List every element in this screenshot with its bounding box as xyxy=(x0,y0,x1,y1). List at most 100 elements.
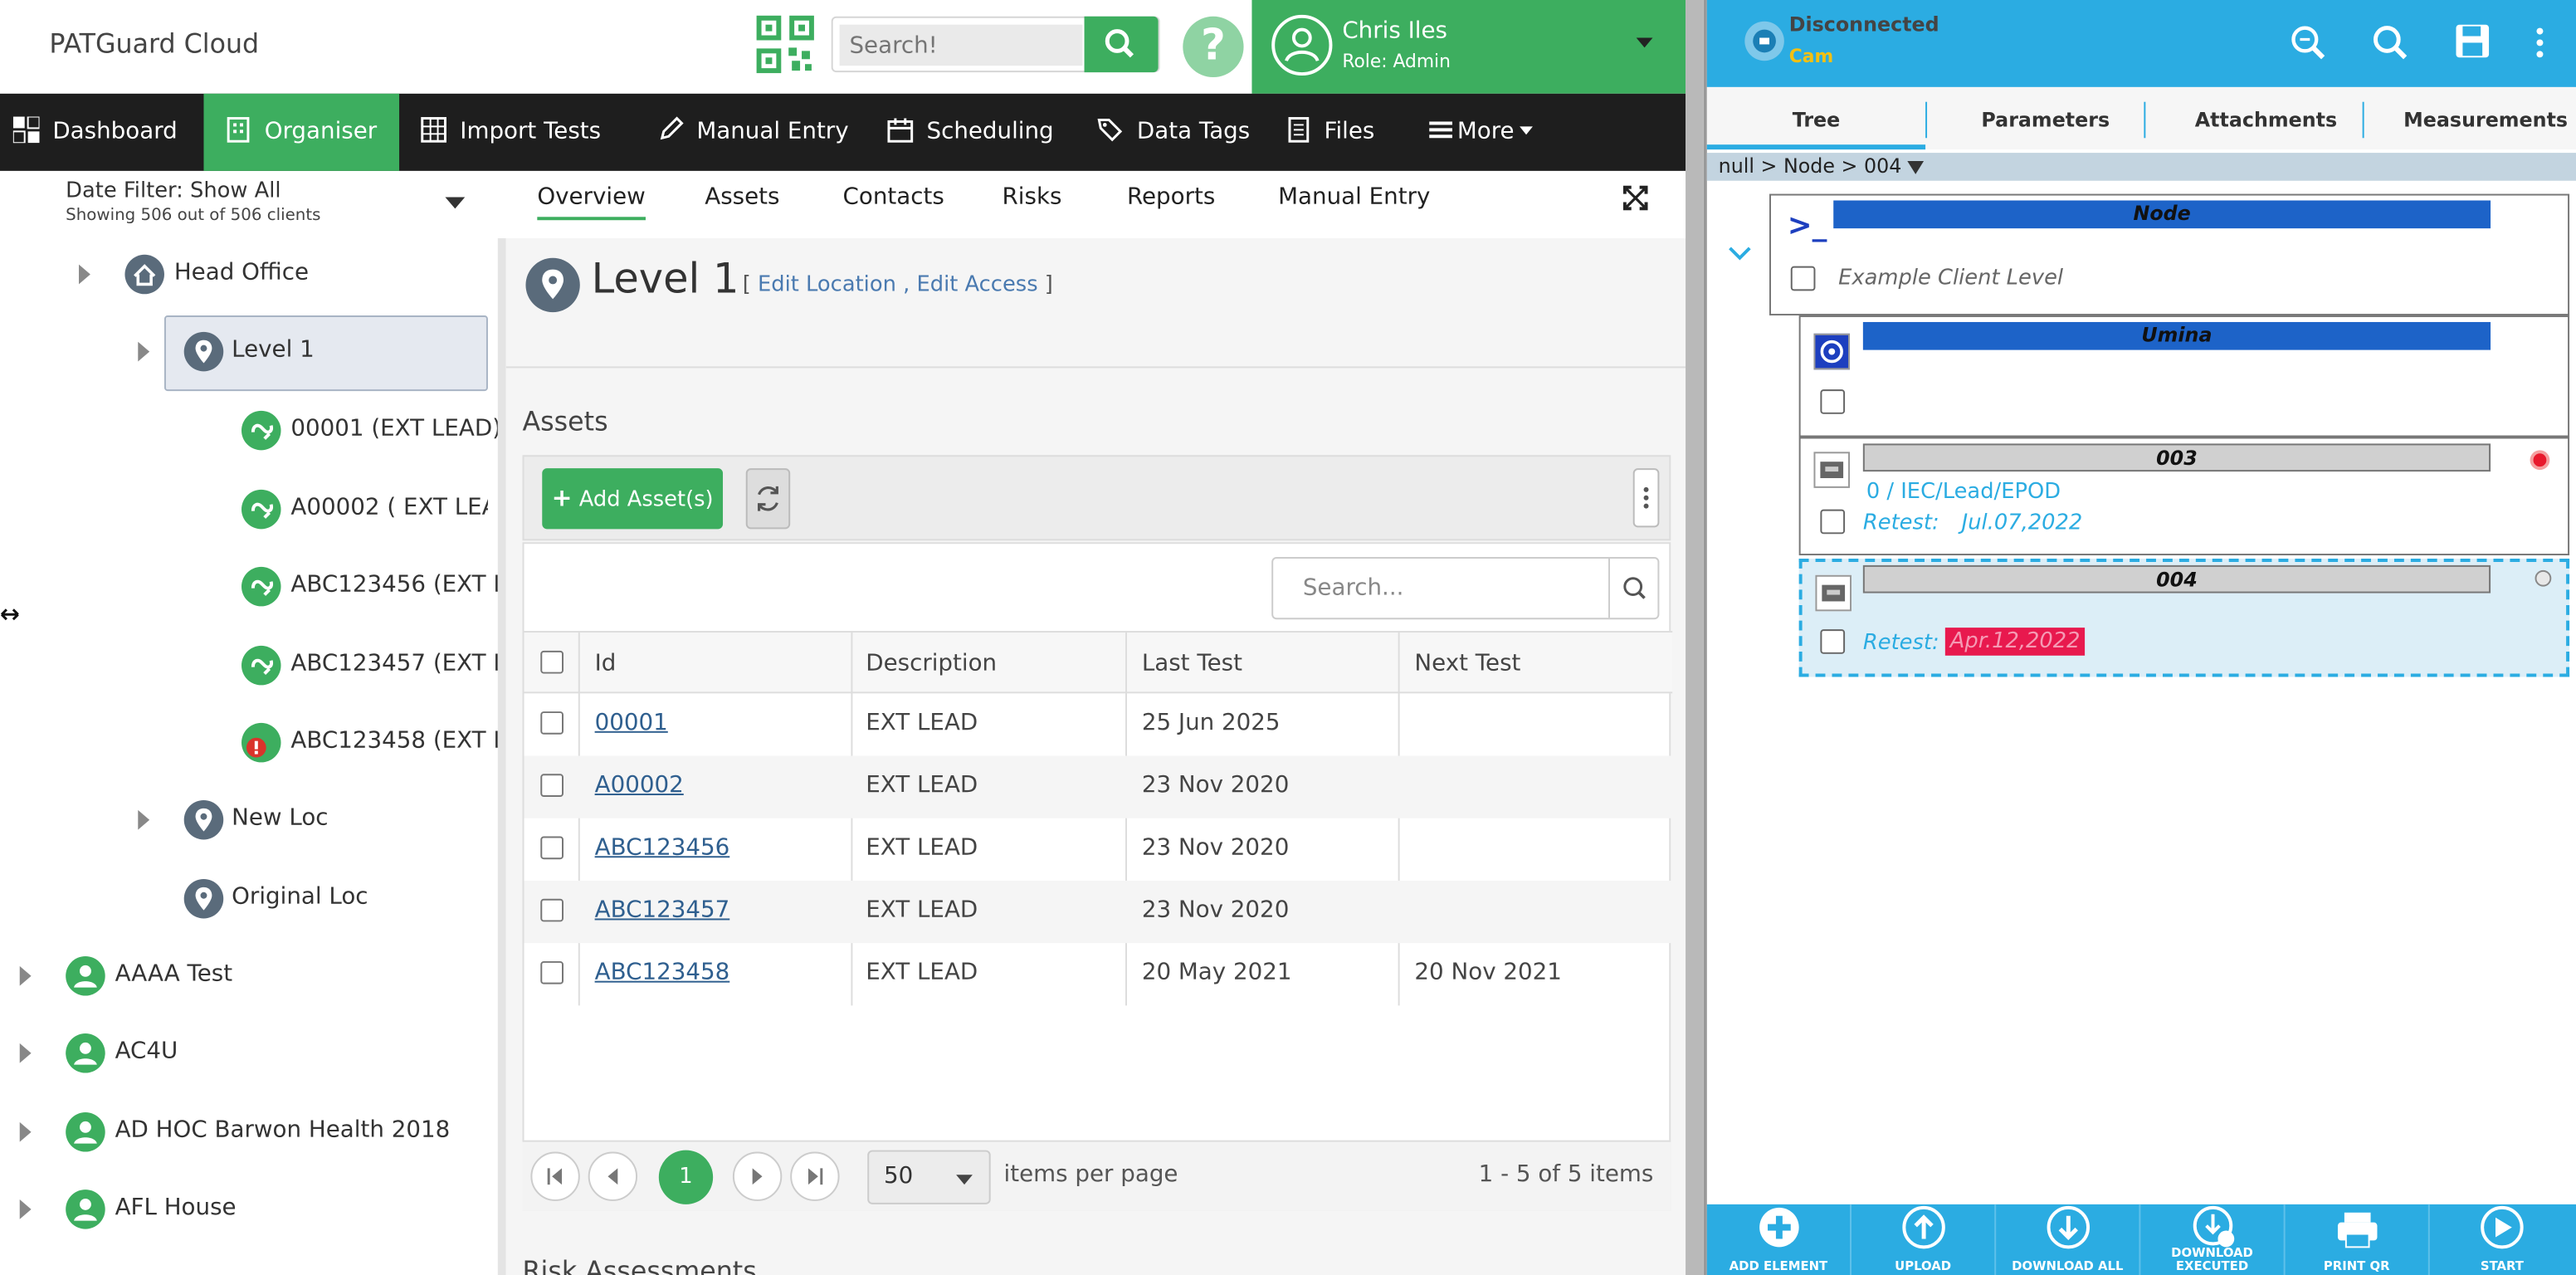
tree-item-original-loc[interactable]: Original Loc xyxy=(232,884,368,911)
tree-item-asset[interactable]: A00002 ( EXT LEAD xyxy=(290,495,488,521)
download-all-button[interactable]: DOWNLOAD ALL xyxy=(1996,1204,2141,1275)
row-checkbox[interactable] xyxy=(540,960,564,984)
row-checkbox[interactable] xyxy=(540,711,564,735)
column-header-id[interactable]: Id xyxy=(595,651,617,677)
column-header-next-test[interactable]: Next Test xyxy=(1414,651,1520,677)
save-icon[interactable] xyxy=(2455,23,2491,60)
column-header-last-test[interactable]: Last Test xyxy=(1142,651,1242,677)
print-qr-button[interactable]: PRINT QR xyxy=(2286,1204,2430,1275)
node-checkbox[interactable] xyxy=(1820,389,1846,414)
nav-manual-entry[interactable]: Manual Entry xyxy=(657,94,849,171)
next-page-button[interactable] xyxy=(732,1151,783,1201)
column-header-description[interactable]: Description xyxy=(866,651,997,677)
edit-access-link[interactable]: Edit Access xyxy=(916,273,1037,298)
tree-item-asset[interactable]: 00001 (EXT LEAD) xyxy=(290,416,497,442)
node-checkbox[interactable] xyxy=(1790,266,1816,291)
node-checkbox[interactable] xyxy=(1820,509,1846,535)
nav-more[interactable]: More xyxy=(1427,94,1533,171)
scrollbar[interactable] xyxy=(1686,0,1704,1275)
first-page-button[interactable] xyxy=(530,1151,580,1201)
table-row[interactable]: ABC123457 EXT LEAD 23 Nov 2020 xyxy=(524,880,1673,944)
tab-manual-entry[interactable]: Manual Entry xyxy=(1278,184,1430,211)
tree-item-head-office[interactable]: Head Office xyxy=(174,260,309,286)
tree-item-client[interactable]: AAAA Test xyxy=(115,961,233,988)
expand-arrow-icon[interactable] xyxy=(138,809,150,830)
nav-import-tests[interactable]: Import Tests xyxy=(421,94,601,171)
table-row[interactable]: 00001 EXT LEAD 25 Jun 2025 xyxy=(524,693,1672,755)
start-button[interactable]: START xyxy=(2430,1204,2574,1275)
last-page-button[interactable] xyxy=(790,1151,840,1201)
expand-arrow-icon[interactable] xyxy=(19,1121,32,1142)
tab-reports[interactable]: Reports xyxy=(1127,184,1215,211)
nav-scheduling[interactable]: Scheduling xyxy=(887,94,1054,171)
table-row[interactable]: ABC123458 EXT LEAD 20 May 2021 20 Nov 20… xyxy=(524,943,1672,1005)
tab-risks[interactable]: Risks xyxy=(1003,184,1062,211)
zoom-icon[interactable] xyxy=(2289,23,2329,63)
expand-arrow-icon[interactable] xyxy=(138,341,150,362)
asset-id-link[interactable]: ABC123456 xyxy=(595,835,730,862)
help-icon[interactable]: ? xyxy=(1183,16,1244,78)
tree-item-level-1[interactable]: Level 1 xyxy=(232,337,315,364)
tree-item-asset[interactable]: ABC123458 (EXT L xyxy=(290,728,497,755)
tree-node-root[interactable]: >_ Node Example Client Level xyxy=(1769,193,2570,316)
tree-node-asset[interactable]: 003 0 / IEC/Lead/EPOD Retest: Jul.07,202… xyxy=(1798,437,2570,556)
tab-contacts[interactable]: Contacts xyxy=(843,184,944,211)
row-checkbox[interactable] xyxy=(540,898,564,922)
nav-organiser[interactable]: Organiser xyxy=(203,93,400,171)
tab-measurements[interactable]: Measurements xyxy=(2403,109,2568,132)
expand-arrow-icon[interactable] xyxy=(19,1043,32,1063)
tree-item-asset[interactable]: ABC123457 (EXT L xyxy=(290,651,497,677)
asset-id-link[interactable]: ABC123457 xyxy=(595,897,730,924)
add-assets-button[interactable]: + Add Asset(s) xyxy=(542,468,724,530)
asset-id-link[interactable]: 00001 xyxy=(595,710,668,736)
expand-arrow-icon[interactable] xyxy=(79,264,90,285)
table-row[interactable]: A00002 EXT LEAD 23 Nov 2020 xyxy=(524,755,1673,818)
tree-item-asset[interactable]: ABC123456 (EXT L xyxy=(290,572,497,598)
expand-arrow-icon[interactable] xyxy=(19,965,32,986)
more-options-icon[interactable] xyxy=(2532,23,2549,63)
more-options-icon[interactable] xyxy=(1632,468,1660,528)
add-element-button[interactable]: ADD ELEMENT xyxy=(1707,1204,1852,1275)
tree-node-site[interactable]: Umina xyxy=(1798,315,2570,437)
search-icon[interactable] xyxy=(2371,23,2411,63)
upload-button[interactable]: UPLOAD xyxy=(1852,1204,1997,1275)
nav-data-tags[interactable]: Data Tags xyxy=(1097,94,1250,171)
grid-search-input[interactable]: Search... xyxy=(1303,575,1404,602)
qr-code-icon[interactable] xyxy=(756,15,815,74)
tab-attachments[interactable]: Attachments xyxy=(2195,109,2337,132)
download-executed-button[interactable]: DOWNLOAD EXECUTED xyxy=(2140,1204,2286,1275)
table-row[interactable]: ABC123456 EXT LEAD 23 Nov 2020 xyxy=(524,818,1672,881)
current-page[interactable]: 1 xyxy=(658,1150,714,1204)
prev-page-button[interactable] xyxy=(588,1151,638,1201)
refresh-button[interactable] xyxy=(745,468,791,530)
expand-arrow-icon[interactable] xyxy=(19,1199,32,1219)
date-filter[interactable]: Date Filter: Show All xyxy=(66,179,281,204)
header-search-input[interactable] xyxy=(839,24,1083,66)
chevron-down-icon[interactable] xyxy=(445,197,466,209)
tree-item-new-loc[interactable]: New Loc xyxy=(232,805,328,832)
tab-assets[interactable]: Assets xyxy=(705,184,779,211)
tree-node-asset-selected[interactable]: 004 Retest: Apr.12,2022 xyxy=(1798,558,2570,677)
select-all-checkbox[interactable] xyxy=(540,650,564,674)
grid-search[interactable]: Search... xyxy=(1271,557,1660,620)
tab-parameters[interactable]: Parameters xyxy=(1981,109,2110,132)
nav-files[interactable]: Files xyxy=(1285,94,1374,171)
tab-tree[interactable]: Tree xyxy=(1793,109,1841,132)
tab-overview[interactable]: Overview xyxy=(537,184,646,221)
row-checkbox[interactable] xyxy=(540,774,564,797)
asset-id-link[interactable]: A00002 xyxy=(595,772,684,799)
row-checkbox[interactable] xyxy=(540,836,564,860)
caret-down-icon[interactable] xyxy=(1907,160,1925,174)
edit-location-link[interactable]: Edit Location xyxy=(758,273,896,298)
user-menu[interactable]: Chris Iles Role: Admin xyxy=(1251,0,1686,94)
page-size-select[interactable]: 50 xyxy=(867,1150,991,1204)
chevron-down-icon[interactable] xyxy=(1729,245,1752,261)
pane-splitter[interactable] xyxy=(497,238,506,1275)
expand-icon[interactable] xyxy=(1622,185,1648,211)
asset-id-link[interactable]: ABC123458 xyxy=(595,960,730,986)
search-icon[interactable] xyxy=(1608,558,1657,618)
node-checkbox[interactable] xyxy=(1820,629,1846,654)
nav-dashboard[interactable]: Dashboard xyxy=(0,94,198,171)
tree-item-client[interactable]: AC4U xyxy=(115,1038,178,1065)
tree-item-client[interactable]: AD HOC Barwon Health 2018 xyxy=(115,1117,451,1144)
